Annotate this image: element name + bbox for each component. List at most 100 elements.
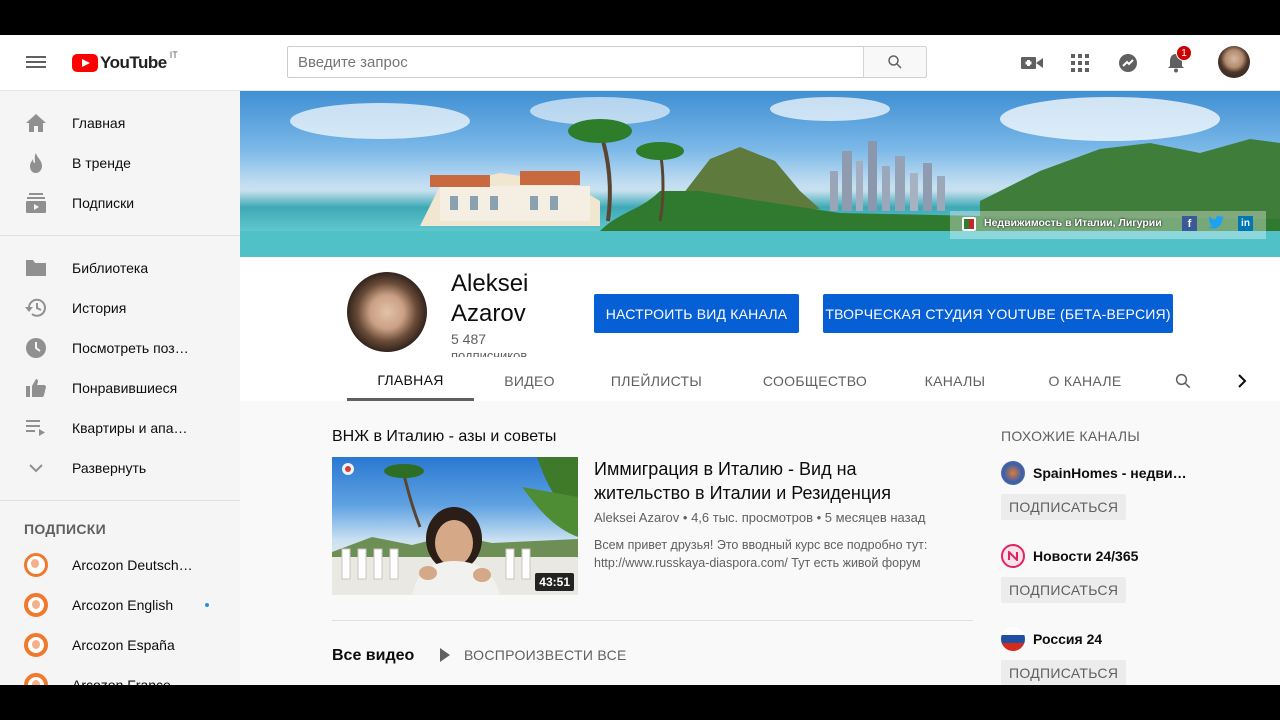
video-thumbnail[interactable]: 43:51	[332, 457, 578, 595]
history-icon	[24, 296, 48, 320]
chevron-right-icon[interactable]	[1227, 361, 1257, 401]
sidebar-item-trending[interactable]: В тренде	[0, 143, 240, 183]
channel-avatar[interactable]	[347, 272, 427, 352]
messages-icon[interactable]	[1116, 51, 1140, 75]
subscription-item[interactable]: Arcozon English	[0, 585, 240, 625]
customize-channel-button[interactable]: НАСТРОИТЬ ВИД КАНАЛА	[594, 294, 799, 333]
sidebar-item-label: Посмотреть поз…	[72, 340, 189, 356]
search-button[interactable]	[863, 46, 927, 78]
sidebar-item-playlist[interactable]: Квартиры и апа…	[0, 408, 240, 448]
video-meta: Aleksei Azarov • 4,6 тыс. просмотров • 5…	[594, 510, 925, 525]
linkedin-icon[interactable]: in	[1238, 216, 1253, 231]
tab-channels[interactable]: КАНАЛЫ	[902, 361, 1008, 401]
sidebar-item-label: История	[72, 300, 127, 316]
youtube-logo[interactable]: YouTube IT	[72, 50, 178, 74]
menu-icon[interactable]	[24, 53, 48, 73]
channel-tabs: ГЛАВНАЯ ВИДЕО ПЛЕЙЛИСТЫ СООБЩЕСТВО КАНАЛ…	[347, 361, 1267, 401]
logo-text: YouTube	[100, 53, 167, 72]
main-content: Недвижимость в Италии, Лигурии f in Alek…	[240, 91, 1280, 685]
channel-search-icon[interactable]	[1167, 361, 1199, 401]
play-icon	[440, 648, 450, 662]
subscription-label: Arcozon France	[72, 677, 171, 685]
shelf-title[interactable]: ВНЖ в Италию - азы и советы	[332, 428, 556, 446]
sidebar-item-watch-later[interactable]: Посмотреть поз…	[0, 328, 240, 368]
related-channel: Россия 24 ПОДПИСАТЬСЯ	[1001, 627, 1127, 685]
video-author[interactable]: Aleksei Azarov	[594, 510, 679, 525]
related-channel: Новости 24/365 ПОДПИСАТЬСЯ	[1001, 544, 1138, 603]
sidebar-item-label: Подписки	[72, 195, 135, 211]
sidebar-item-history[interactable]: История	[0, 288, 240, 328]
home-icon	[24, 111, 48, 135]
logo-country-code: IT	[169, 50, 178, 60]
tab-videos[interactable]: ВИДЕО	[474, 361, 585, 401]
tab-playlists[interactable]: ПЛЕЙЛИСТЫ	[590, 361, 723, 401]
channel-name: Aleksei Azarov	[451, 270, 529, 327]
sidebar-item-subscriptions[interactable]: Подписки	[0, 183, 240, 223]
twitter-icon[interactable]	[1208, 215, 1224, 234]
all-videos-title[interactable]: Все видео	[332, 647, 414, 665]
channel-avatar	[1001, 544, 1025, 568]
account-avatar[interactable]	[1218, 46, 1250, 78]
channel-avatar	[1001, 461, 1025, 485]
subscriber-label: подписчиков	[451, 349, 528, 357]
subscription-label: Arcozon Deutsch…	[72, 557, 193, 573]
subscription-item[interactable]: Arcozon España	[0, 625, 240, 665]
subscriptions-icon	[24, 191, 48, 215]
meta-separator: •	[682, 510, 692, 525]
meta-separator: •	[816, 510, 825, 525]
tab-home[interactable]: ГЛАВНАЯ	[347, 361, 474, 401]
bell-icon[interactable]: 1	[1164, 45, 1192, 75]
sidebar-item-library[interactable]: Библиотека	[0, 248, 240, 288]
sidebar-item-label: Главная	[72, 115, 126, 131]
clock-icon	[24, 336, 48, 360]
subscribe-button[interactable]: ПОДПИСАТЬСЯ	[1001, 494, 1127, 520]
sidebar-item-label: Развернуть	[72, 460, 147, 476]
youtube-window: YouTube IT 1 Главная	[0, 35, 1280, 685]
related-channels-heading: ПОХОЖИЕ КАНАЛЫ	[1001, 428, 1141, 444]
related-channel-link[interactable]: Новости 24/365	[1001, 544, 1138, 568]
channel-avatar	[24, 553, 48, 577]
subscription-label: Arcozon España	[72, 637, 175, 653]
sidebar-item-expand[interactable]: Развернуть	[0, 448, 240, 488]
banner-artwork	[240, 97, 1280, 257]
related-channel-link[interactable]: Россия 24	[1001, 627, 1126, 651]
sidebar-item-liked[interactable]: Понравившиеся	[0, 368, 240, 408]
search-icon	[888, 55, 902, 69]
video-description: Всем привет друзья! Это вводный курс все…	[594, 538, 928, 570]
sidebar-divider	[0, 235, 240, 236]
facebook-icon[interactable]: f	[1182, 216, 1197, 231]
notification-badge: 1	[1176, 45, 1192, 61]
thumbs-up-icon	[24, 376, 48, 400]
search-input[interactable]	[287, 46, 863, 78]
subscriber-count: 5 487	[451, 331, 487, 347]
tab-community[interactable]: СООБЩЕСТВО	[745, 361, 885, 401]
folder-icon	[24, 256, 48, 280]
apps-icon[interactable]	[1068, 51, 1092, 75]
subscribe-button[interactable]: ПОДПИСАТЬСЯ	[1001, 660, 1127, 685]
playlist-icon	[24, 416, 48, 440]
studio-button[interactable]: ТВОРЧЕСКАЯ СТУДИЯ YOUTUBE (БЕТА-ВЕРСИЯ)	[823, 294, 1173, 333]
channel-avatar	[24, 633, 48, 657]
related-channel-name: SpainHomes - недвиж…	[1033, 465, 1193, 481]
sidebar-item-home[interactable]: Главная	[0, 103, 240, 143]
tab-about[interactable]: О КАНАЛЕ	[1028, 361, 1142, 401]
related-channel-name: Новости 24/365	[1033, 548, 1139, 564]
subscribe-button[interactable]: ПОДПИСАТЬСЯ	[1001, 577, 1127, 603]
play-all-button[interactable]: ВОСПРОИЗВЕСТИ ВСЕ	[440, 647, 627, 663]
sidebar-divider	[0, 500, 240, 501]
search-bar	[287, 46, 927, 78]
sidebar-item-label: В тренде	[72, 155, 131, 171]
sidebar-item-label: Понравившиеся	[72, 380, 178, 396]
banner-caption: Недвижимость в Италии, Лигурии	[984, 217, 1162, 229]
related-channel-link[interactable]: SpainHomes - недвиж…	[1001, 461, 1193, 485]
video-title[interactable]: Иммиграция в Италию - Вид на жительство …	[594, 457, 924, 505]
create-video-icon[interactable]	[1020, 51, 1044, 75]
channel-avatar	[24, 593, 48, 617]
sidebar-item-label: Библиотека	[72, 260, 149, 276]
subscription-item[interactable]: Arcozon Deutsch…	[0, 545, 240, 585]
subscription-item[interactable]: Arcozon France	[0, 665, 240, 685]
video-age: 5 месяцев назад	[824, 510, 926, 525]
chevron-down-icon	[24, 456, 48, 480]
subscriptions-heading: ПОДПИСКИ	[24, 521, 106, 537]
channel-avatar	[24, 673, 48, 685]
